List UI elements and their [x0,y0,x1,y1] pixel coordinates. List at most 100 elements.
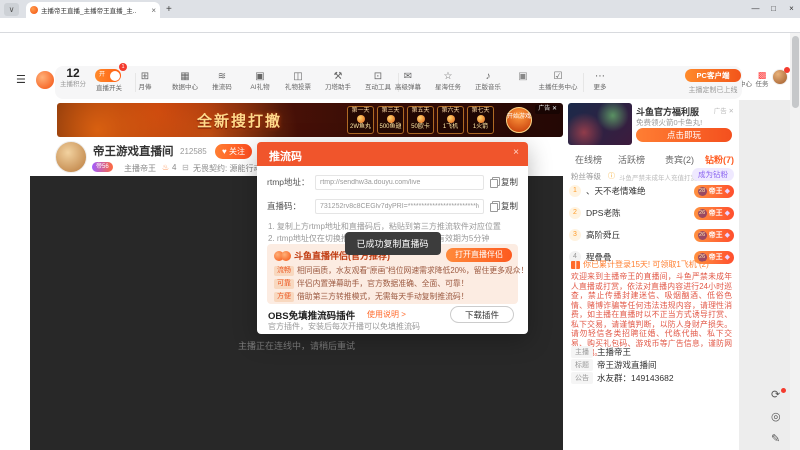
copy-icon [489,177,500,188]
banner-play-button[interactable]: 开始游戏 [506,107,532,133]
tab-diamond-fans[interactable]: 钻粉(7) [705,153,734,166]
fan-name: DPS老陈 [586,208,621,218]
toolbar-item-monthly-pay[interactable]: ⊞ 月俸 [123,70,167,92]
promo-banner-ad[interactable]: 全新搜打撤 第一天 2W鱼丸 第三天 500鱼翅 第五天 50欧卡 第六天 1飞机 第七… [57,103,563,137]
sidebar-ad-play-button[interactable]: 点击即玩 [636,128,732,142]
anchor-task-center-icon: ☑ [553,71,563,82]
open-companion-button[interactable]: 打开直播伴侣 [446,248,512,262]
tab-search-chevron-icon[interactable]: ∨ [4,3,19,16]
download-plugin-button[interactable]: 下载插件 [450,306,514,323]
tab-vip[interactable]: 贵宾(2) [665,153,694,166]
monthly-pay-icon: ⊞ [140,71,150,82]
reward-icon [386,115,395,123]
companion-point: 方便 借助第三方转推模式，无需每天手动复制推流码！ [274,291,469,302]
live-switch-toggle[interactable]: 开 [95,69,121,82]
sidebar-ad-thumbnail[interactable] [568,103,632,145]
scrollbar-thumb[interactable] [791,36,799,108]
diamond-icon: ◆ [724,232,730,239]
fan-badge: 26 帝王 ◆ [693,206,734,220]
sidebar-ad-desc: 免费领火箭0卡鱼丸! [636,118,703,127]
banner-title: 全新搜打撤 [197,113,283,130]
anchor-toolbar: 12 主播积分 开 1 直播开关 ⊞ 月俸 ▦ 数据中心 ≋ 推流码 ▣ AI礼物 ◫ 礼… [55,63,742,99]
page-scrollbar[interactable] [790,33,800,450]
modal-title: 推流码 [269,151,302,163]
pc-client-button[interactable]: PC客户端 [685,69,741,82]
tab-online-rank[interactable]: 在线榜 [575,153,602,166]
window-maximize-button[interactable]: □ [766,1,781,16]
float-feedback-button[interactable]: ✎ [771,432,780,445]
douyu-icon [281,250,291,261]
reward-tile: 第七天 1火箭 [467,106,494,134]
rtmp-address-row: rtmp地址： 复制 [267,174,518,190]
window-minimize-button[interactable]: — [748,1,763,16]
stream-code-modal: 推流码 × rtmp地址： 复制 直播码： 复制 1. 复制上方rtmp地址和直… [257,142,528,334]
rtmp-address-input[interactable] [315,174,484,190]
browser-tab[interactable]: 主播帝王直播_主播帝王直播_主.. × [26,2,160,18]
tab-active-rank[interactable]: 活跃榜 [618,153,645,166]
room-announcement: 欢迎来到主播帝王的直播间，斗鱼严禁未成年人直播或打赏，依法对直播内容进行24小时… [571,272,732,357]
login-reward-notice[interactable]: 你已累计登录15天! 可领取1飞机 (2) [571,259,709,270]
fan-badge: 26 帝王 ◆ [693,228,734,242]
copy-icon [489,201,500,212]
browser-tab-strip: ∨ 主播帝王直播_主播帝王直播_主.. × + — □ × [0,0,800,18]
fan-list-item[interactable]: 3 高阶舜丘 26 帝王 ◆ [569,226,734,244]
gift-icon [571,260,580,269]
modal-close-icon[interactable]: × [513,147,519,158]
banner-ad-close-label[interactable]: 广告 ✕ [535,105,560,114]
fan-list-item[interactable]: 2 DPS老陈 26 帝王 ◆ [569,204,734,222]
hamburger-icon[interactable]: ☰ [16,73,26,86]
become-diamond-fan-button[interactable]: 成为钻粉 [692,168,734,181]
info-row-title: 标题 帝王游戏直播间 [571,359,657,371]
copy-rtmp-button[interactable]: 复制 [489,176,518,188]
tab-close-icon[interactable]: × [151,6,156,15]
toolbar-item-dota-helper[interactable]: ⚒ 刀塔助手 [316,70,360,92]
fan-list-item[interactable]: 1 、天不老情难绝 28 帝王 ◆ [569,182,734,200]
flame-icon: ♨ [162,163,170,172]
toolbar-item-more[interactable]: ⋯ 更多 [578,70,622,92]
star-sea-task-icon: ☆ [443,71,453,82]
sidebar-ad-close-label[interactable]: 广告 ✕ [714,105,734,115]
room-heat-count: 212585 [180,147,207,156]
float-record-button[interactable]: ◎ [771,410,781,423]
info-icon[interactable]: ⓘ [608,171,615,181]
page-gutter: ⟳ ◎ ✎ [739,100,790,450]
toolbar-item-star-sea-task[interactable]: ☆ 星海任务 [426,70,470,92]
stream-code-input[interactable] [315,198,484,214]
toolbar-item-gift-vote[interactable]: ◫ 礼物投票 [276,70,320,92]
copy-code-button[interactable]: 复制 [489,200,518,212]
toolbar-item-advanced-danmu[interactable]: ✉ 高级弹幕 [386,70,430,92]
game-tag[interactable]: 无畏契约: 源能行动 [193,163,261,174]
obs-usage-link[interactable]: 使用说明 > [367,309,406,320]
browser-address-bar: ← ⟳ https://www.douyu.com/7312527dyshid=… [0,18,800,49]
category-grid-icon: ⊟ [182,163,189,172]
float-history-button[interactable]: ⟳ [771,388,780,401]
gift-vote-icon: ◫ [293,71,303,82]
obs-plugin-desc: 官方插件，安装后每次开播可以免填推流码 [268,322,420,331]
reward-tile: 第五天 50欧卡 [407,106,434,134]
anchor-score: 12 主播积分 [60,66,86,88]
fan-rank: 2 [569,207,581,219]
anchor-level-badge: 帝56 [92,162,113,172]
window-close-button[interactable]: × [784,1,799,16]
more-icon: ⋯ [595,71,605,82]
gift-promo-icon[interactable]: ▣ [511,70,535,83]
toolbar-item-anchor-task-center[interactable]: ☑ 主播任务中心 [536,70,580,92]
anchor-name: 主播帝王 [124,164,156,173]
new-tab-button[interactable]: + [166,4,172,15]
fan-name: 、天不老情难绝 [586,186,646,196]
float-notification-dot [781,388,786,393]
stream-code-row: 直播码： 复制 [267,198,518,214]
reward-tile: 第三天 500鱼翅 [377,106,404,134]
streamer-avatar [55,141,87,173]
site-header: ☰ 斗鱼 首页 直播 分类 ▾ 赛事 游戏 ▾ 鱼吧 ⌕ ◷ 历史 ♡ 关注 ↓… [0,33,790,90]
follow-button[interactable]: ♥ 关注 [215,144,252,159]
fan-name: 高阶舜丘 [586,230,621,240]
toolbar-item-licensed-music[interactable]: ♪ 正版音乐 [466,70,510,92]
stream-code-label: 直播码： [267,201,302,211]
douyu-favicon-icon [30,6,38,14]
hot-value: 4 [172,163,177,172]
pc-client-subtext: 主播定制已上线 [688,87,738,94]
player-status-message: 主播正在连线中，请稍后重试 [237,341,355,351]
toggle-knob [109,70,120,81]
reward-icon [446,115,455,123]
